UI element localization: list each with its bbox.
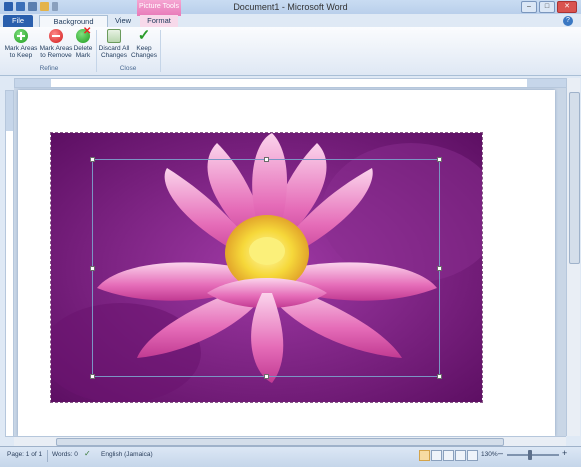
keep-changes-label: Keep Changes: [130, 45, 158, 59]
zoom-out-icon[interactable]: –: [498, 448, 503, 458]
keep-changes-button[interactable]: ✓ Keep Changes: [130, 27, 158, 59]
mark-remove-label: Mark Areas to Remove: [39, 45, 73, 59]
full-screen-reading-icon[interactable]: [431, 450, 442, 461]
outline-view-icon[interactable]: [455, 450, 466, 461]
maximize-button[interactable]: □: [539, 1, 555, 13]
vertical-ruler[interactable]: [5, 90, 14, 437]
minimize-button[interactable]: –: [521, 1, 537, 13]
close-button[interactable]: ✕: [557, 1, 577, 13]
horizontal-scroll-thumb[interactable]: [56, 438, 504, 446]
resize-handle-left[interactable]: [90, 266, 95, 271]
horizontal-scrollbar[interactable]: [14, 436, 566, 446]
help-icon[interactable]: ?: [563, 16, 573, 26]
delete-mark-button[interactable]: Delete Mark: [72, 28, 94, 59]
check-icon: ✓: [137, 27, 151, 44]
status-bar: Page: 1 of 1 Words: 0 ✓ English (Jamaica…: [0, 446, 581, 467]
zoom-in-icon[interactable]: +: [562, 448, 567, 458]
zoom-slider[interactable]: [507, 454, 559, 456]
web-layout-icon[interactable]: [443, 450, 454, 461]
resize-handle-bottom-left[interactable]: [90, 374, 95, 379]
page-count[interactable]: Page: 1 of 1: [7, 451, 42, 458]
keep-area-marquee[interactable]: [90, 157, 442, 379]
resize-handle-top-right[interactable]: [437, 157, 442, 162]
print-layout-view-icon[interactable]: [419, 450, 430, 461]
group-label-refine: Refine: [39, 65, 59, 72]
resize-handle-bottom-right[interactable]: [437, 374, 442, 379]
ruler-margin-top: [6, 91, 13, 131]
delete-mark-icon: [76, 28, 91, 43]
mark-areas-to-remove-button[interactable]: Mark Areas to Remove: [38, 29, 74, 59]
tab-format[interactable]: Format: [140, 15, 178, 27]
title-bar: Document1 - Microsoft Word – □ ✕: [0, 0, 581, 14]
discard-all-changes-button[interactable]: Discard All Changes: [98, 29, 130, 59]
plus-icon: [14, 29, 28, 43]
status-separator: [47, 450, 48, 462]
zoom-slider-knob[interactable]: [528, 450, 532, 460]
delete-mark-label: Delete Mark: [73, 45, 93, 59]
language-indicator[interactable]: English (Jamaica): [101, 451, 153, 458]
horizontal-ruler[interactable]: [14, 78, 568, 88]
proofing-check-icon[interactable]: ✓: [84, 449, 91, 458]
resize-handle-top-left[interactable]: [90, 157, 95, 162]
group-separator: [96, 30, 97, 72]
window-title: Document1 - Microsoft Word: [233, 2, 348, 12]
minus-icon: [49, 29, 63, 43]
group-label-close: Close: [119, 65, 137, 72]
ruler-margin-right: [527, 79, 567, 87]
draft-view-icon[interactable]: [467, 450, 478, 461]
resize-handle-top[interactable]: [264, 157, 269, 162]
tab-view[interactable]: View: [111, 15, 135, 27]
discard-icon: [107, 29, 121, 43]
resize-handle-bottom[interactable]: [264, 374, 269, 379]
vertical-scrollbar[interactable]: [566, 78, 580, 436]
group-separator: [160, 30, 161, 72]
mark-areas-to-keep-button[interactable]: Mark Areas to Keep: [4, 29, 38, 59]
mark-keep-label: Mark Areas to Keep: [4, 45, 38, 59]
discard-label: Discard All Changes: [98, 45, 130, 59]
word-count[interactable]: Words: 0: [52, 451, 78, 458]
ruler-margin-left: [15, 79, 51, 87]
zoom-level[interactable]: 130%: [481, 451, 498, 458]
window-controls: – □ ✕: [521, 1, 577, 13]
ribbon: Mark Areas to Keep Mark Areas to Remove …: [0, 27, 581, 76]
resize-handle-right[interactable]: [437, 266, 442, 271]
tab-file[interactable]: File: [3, 15, 33, 27]
vertical-scroll-thumb[interactable]: [569, 92, 580, 264]
